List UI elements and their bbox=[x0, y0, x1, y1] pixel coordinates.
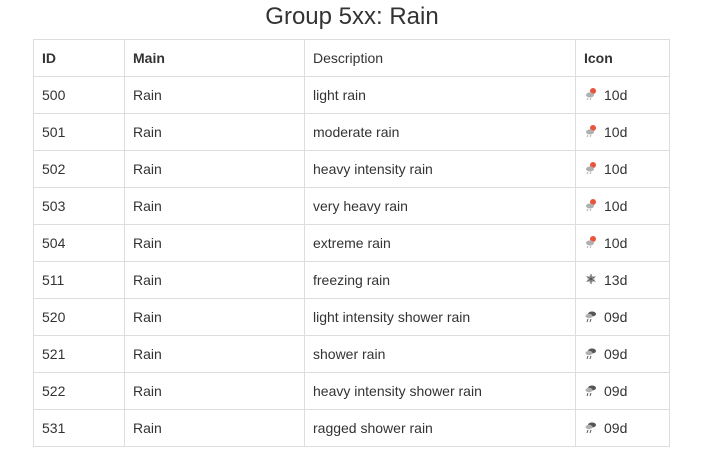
cell-main: Rain bbox=[124, 224, 305, 262]
cell-id: 500 bbox=[33, 76, 125, 114]
table-body: 500 Rain light rain 10d 501 Rain moderate rain… bbox=[33, 76, 670, 447]
table-row: 520 Rain light intensity shower rain 09d bbox=[33, 298, 670, 336]
table-row: 502 Rain heavy intensity rain 10d bbox=[33, 150, 670, 188]
cell-main: Rain bbox=[124, 76, 305, 114]
cell-icon: 10d bbox=[575, 113, 670, 151]
cell-icon: 10d bbox=[575, 187, 670, 225]
sun-rain-icon bbox=[584, 124, 604, 141]
cell-icon: 10d bbox=[575, 224, 670, 262]
cell-description: light intensity shower rain bbox=[304, 298, 576, 336]
cell-description: very heavy rain bbox=[304, 187, 576, 225]
sun-rain-icon bbox=[584, 235, 604, 252]
icon-code: 10d bbox=[604, 124, 628, 140]
table-row: 503 Rain very heavy rain 10d bbox=[33, 187, 670, 225]
cell-id: 522 bbox=[33, 372, 125, 410]
weather-conditions-table: ID Main Description Icon 500 Rain light ra… bbox=[33, 39, 670, 447]
shower-rain-icon bbox=[584, 346, 604, 363]
shower-rain-icon bbox=[584, 309, 604, 326]
cell-id: 503 bbox=[33, 187, 125, 225]
header-description: Description bbox=[304, 39, 576, 77]
table-row: 500 Rain light rain 10d bbox=[33, 76, 670, 114]
table-row: 531 Rain ragged shower rain 09d bbox=[33, 409, 670, 447]
cell-main: Rain bbox=[124, 335, 305, 373]
cell-description: heavy intensity rain bbox=[304, 150, 576, 188]
icon-code: 09d bbox=[604, 420, 628, 436]
cell-icon: 09d bbox=[575, 335, 670, 373]
cell-icon: 09d bbox=[575, 372, 670, 410]
shower-rain-icon bbox=[584, 420, 604, 437]
cell-main: Rain bbox=[124, 113, 305, 151]
cell-id: 504 bbox=[33, 224, 125, 262]
shower-rain-icon bbox=[584, 383, 604, 400]
cell-icon: 10d bbox=[575, 76, 670, 114]
cell-description: freezing rain bbox=[304, 261, 576, 299]
cell-description: heavy intensity shower rain bbox=[304, 372, 576, 410]
cell-main: Rain bbox=[124, 150, 305, 188]
cell-id: 511 bbox=[33, 261, 125, 299]
icon-code: 10d bbox=[604, 198, 628, 214]
cell-id: 521 bbox=[33, 335, 125, 373]
table-header-row: ID Main Description Icon bbox=[33, 39, 670, 77]
sun-rain-icon bbox=[584, 198, 604, 215]
cell-main: Rain bbox=[124, 298, 305, 336]
header-id: ID bbox=[33, 39, 125, 77]
cell-description: moderate rain bbox=[304, 113, 576, 151]
icon-code: 09d bbox=[604, 309, 628, 325]
cell-description: ragged shower rain bbox=[304, 409, 576, 447]
cell-description: extreme rain bbox=[304, 224, 576, 262]
snow-icon bbox=[584, 272, 604, 289]
cell-icon: 13d bbox=[575, 261, 670, 299]
header-main: Main bbox=[124, 39, 305, 77]
table-row: 522 Rain heavy intensity shower rain 09d bbox=[33, 372, 670, 410]
cell-main: Rain bbox=[124, 409, 305, 447]
cell-icon: 09d bbox=[575, 409, 670, 447]
sun-rain-icon bbox=[584, 87, 604, 104]
sun-rain-icon bbox=[584, 161, 604, 178]
cell-id: 520 bbox=[33, 298, 125, 336]
cell-main: Rain bbox=[124, 372, 305, 410]
cell-id: 502 bbox=[33, 150, 125, 188]
header-icon: Icon bbox=[575, 39, 670, 77]
icon-code: 10d bbox=[604, 235, 628, 251]
cell-main: Rain bbox=[124, 187, 305, 225]
icon-code: 09d bbox=[604, 346, 628, 362]
cell-id: 531 bbox=[33, 409, 125, 447]
page-title: Group 5xx: Rain bbox=[265, 3, 439, 30]
table-row: 511 Rain freezing rain 13d bbox=[33, 261, 670, 299]
cell-main: Rain bbox=[124, 261, 305, 299]
table-row: 521 Rain shower rain 09d bbox=[33, 335, 670, 373]
table-row: 501 Rain moderate rain 10d bbox=[33, 113, 670, 151]
icon-code: 09d bbox=[604, 383, 628, 399]
icon-code: 10d bbox=[604, 161, 628, 177]
table-row: 504 Rain extreme rain 10d bbox=[33, 224, 670, 262]
cell-icon: 10d bbox=[575, 150, 670, 188]
icon-code: 10d bbox=[604, 87, 628, 103]
cell-description: shower rain bbox=[304, 335, 576, 373]
icon-code: 13d bbox=[604, 272, 628, 288]
cell-description: light rain bbox=[304, 76, 576, 114]
cell-icon: 09d bbox=[575, 298, 670, 336]
cell-id: 501 bbox=[33, 113, 125, 151]
